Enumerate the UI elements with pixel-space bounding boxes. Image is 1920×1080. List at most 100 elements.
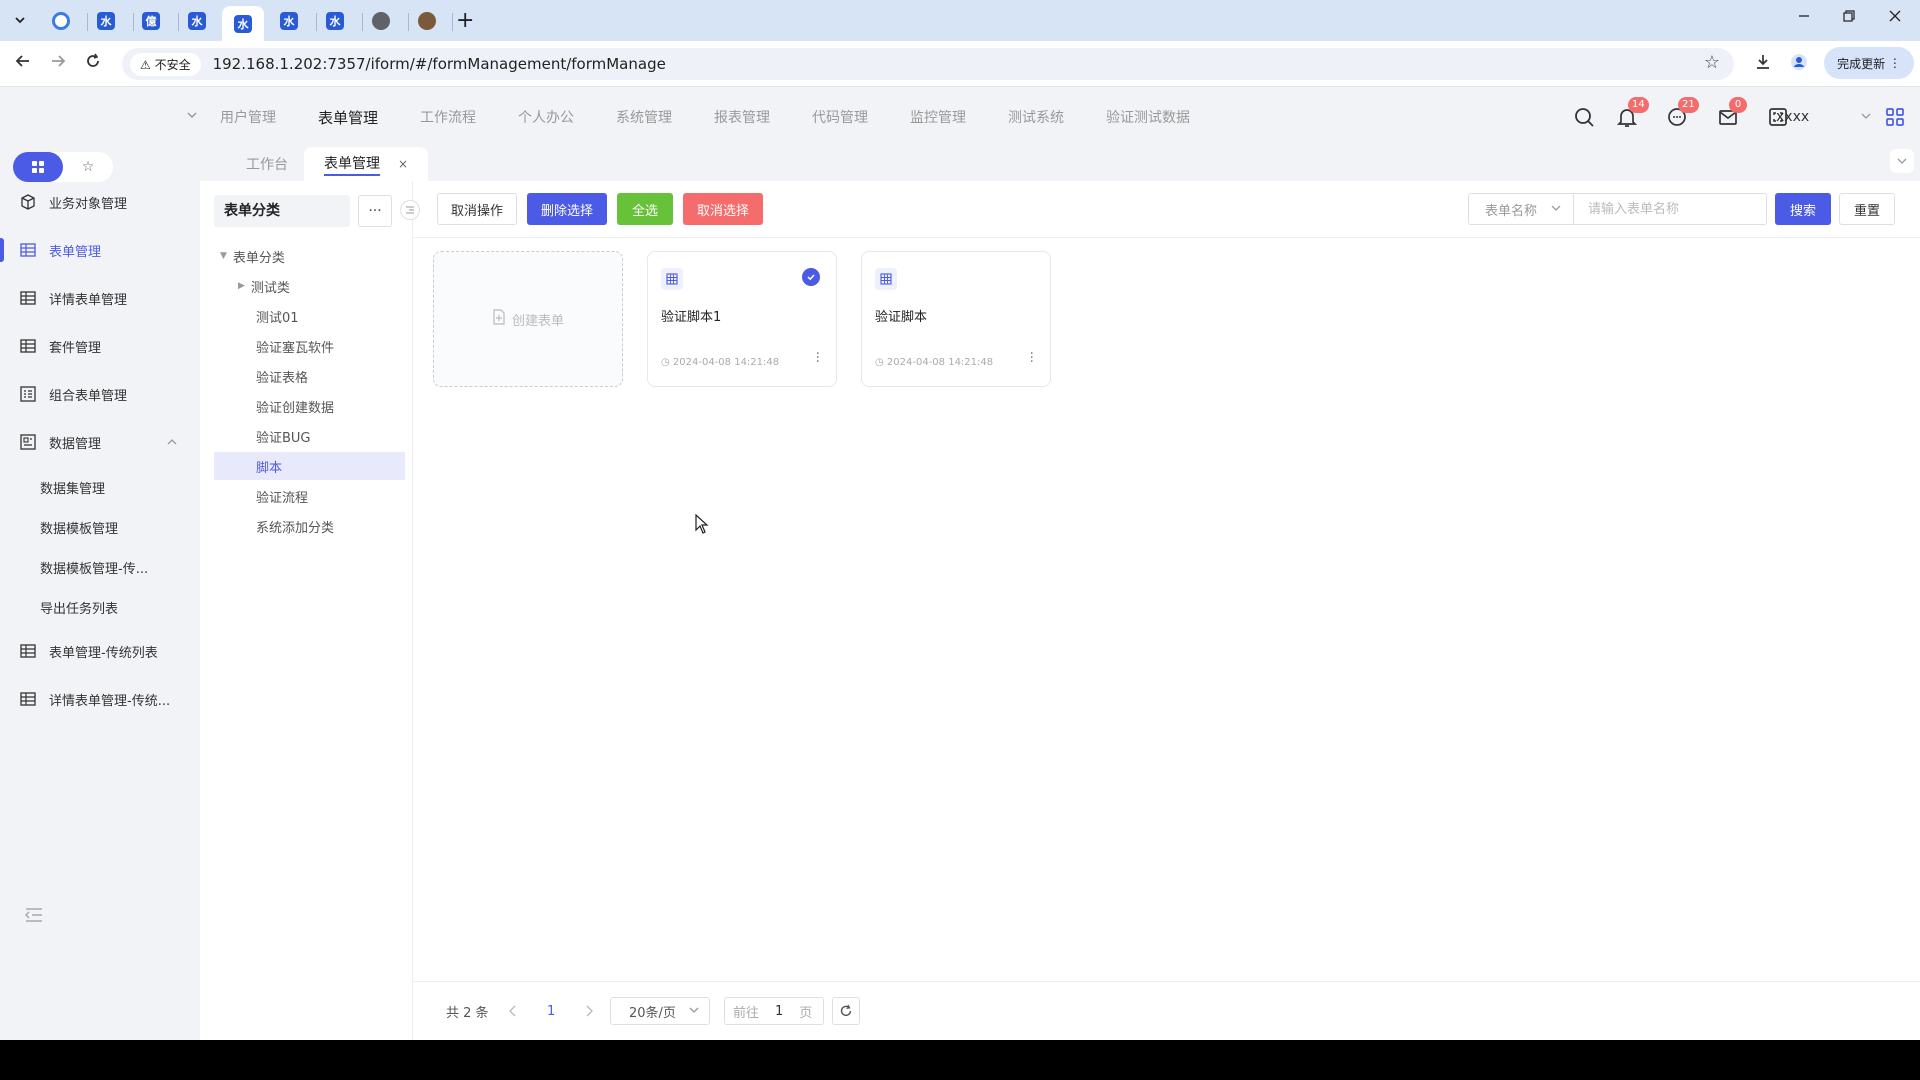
download-icon[interactable] [1754, 53, 1772, 75]
goto-page-input[interactable]: 1 [775, 1004, 783, 1019]
top-menu-item-test-system[interactable]: 测试系统 [1008, 107, 1064, 128]
back-arrow-icon[interactable] [14, 52, 32, 75]
close-window-icon[interactable] [1888, 8, 1902, 27]
page-size-select[interactable]: 20条/页 [610, 997, 710, 1025]
tree-node[interactable]: 验证创建数据 [214, 392, 405, 420]
browser-tab-5-active[interactable]: 水 [222, 6, 264, 41]
tree-collapse-icon[interactable] [400, 200, 420, 220]
tree-node[interactable]: 验证塞瓦软件 [214, 332, 405, 360]
cancel-operation-button[interactable]: 取消操作 [437, 193, 517, 225]
menu-mode-grid-icon[interactable] [13, 152, 63, 182]
tree-node-test-category[interactable]: ▶ 测试类 [214, 272, 405, 300]
top-menu-item-reports[interactable]: 报表管理 [714, 107, 770, 128]
form-name-search-input[interactable] [1573, 193, 1767, 225]
forward-arrow-icon[interactable] [49, 52, 67, 75]
tree-node[interactable]: 验证BUG [214, 422, 405, 450]
sidebar-subitem-datasets[interactable]: 数据集管理 [40, 478, 105, 497]
menu-collapse-chevron-icon[interactable] [186, 109, 198, 124]
new-tab-plus-icon[interactable]: + [456, 8, 474, 33]
sidebar-item-detail-forms[interactable]: 详情表单管理 [0, 278, 200, 318]
sidebar-item-form-management[interactable]: 表单管理 [0, 230, 200, 270]
more-vertical-icon[interactable]: · · · [816, 347, 820, 369]
search-field-select[interactable]: 表单名称 [1468, 193, 1574, 225]
top-menu-item-verify-test-data[interactable]: 验证测试数据 [1106, 107, 1190, 128]
create-form-card[interactable]: 创建表单 [433, 251, 623, 387]
sidebar-item-business-objects[interactable]: 业务对象管理 [0, 182, 200, 222]
pagination-page-current[interactable]: 1 [547, 997, 555, 1025]
omnibox[interactable]: ⚠ 不安全 192.168.1.202:7357/iform/#/formMan… [122, 48, 1734, 80]
favorites-star-icon[interactable]: ☆ [63, 152, 113, 182]
prev-page-chevron-icon[interactable] [508, 997, 518, 1025]
tree-node[interactable]: 测试01 [214, 302, 405, 330]
sidebar-collapse-icon[interactable] [24, 907, 44, 927]
form-card[interactable]: 验证脚本 ◷ 2024-04-08 14:21:48 · · · [861, 251, 1051, 387]
tree-node[interactable]: 验证表格 [214, 362, 405, 390]
tab-form-management[interactable]: 表单管理 × [304, 147, 429, 181]
user-dropdown-chevron-icon[interactable] [1861, 111, 1871, 124]
mail-icon[interactable]: 0 [1715, 97, 1747, 130]
message-chat-icon[interactable]: 21 [1664, 97, 1699, 130]
browser-tab-7[interactable]: 水 [314, 6, 356, 36]
sidebar-item-combined-forms[interactable]: 组合表单管理 [0, 374, 200, 414]
insecure-badge[interactable]: ⚠ 不安全 [130, 52, 201, 76]
tab-workbench[interactable]: 工作台 [246, 147, 288, 181]
bookmark-star-icon[interactable]: ☆ [1704, 52, 1720, 73]
category-more-button[interactable]: ··· [358, 195, 392, 227]
form-card-time: ◷ 2024-04-08 14:21:48 [661, 357, 780, 368]
top-menu-item-personal-office[interactable]: 个人办公 [518, 107, 574, 128]
browser-tab-6[interactable]: 水 [268, 6, 310, 36]
form-card[interactable]: 验证脚本1 ◷ 2024-04-08 14:21:48 · · · [647, 251, 837, 387]
top-menu-item-users[interactable]: 用户管理 [220, 107, 276, 128]
tree-node[interactable]: 系统添加分类 [214, 512, 405, 540]
search-icon[interactable] [1571, 104, 1597, 130]
select-all-button[interactable]: 全选 [617, 193, 673, 225]
top-menu-item-system[interactable]: 系统管理 [616, 107, 672, 128]
top-menu-item-workflow[interactable]: 工作流程 [420, 107, 476, 128]
restore-icon[interactable] [1842, 8, 1856, 27]
tab-search-chevron-icon[interactable] [8, 8, 32, 32]
browser-tab-9[interactable] [406, 6, 448, 36]
browser-tab-3[interactable]: 億 [130, 6, 172, 36]
delete-selected-button[interactable]: 删除选择 [527, 193, 607, 225]
next-page-chevron-icon[interactable] [584, 997, 594, 1025]
minimize-icon[interactable] [1797, 8, 1811, 27]
sidebar-subitem-export-tasks[interactable]: 导出任务列表 [40, 598, 118, 617]
page-size-label: 20条/页 [629, 1005, 676, 1021]
chevron-down-icon[interactable] [1890, 149, 1914, 173]
cancel-selection-button[interactable]: 取消选择 [683, 193, 763, 225]
browser-tab-2[interactable]: 水 [85, 6, 127, 36]
top-menu-item-code[interactable]: 代码管理 [812, 107, 868, 128]
pagination-divider [413, 981, 1920, 982]
tree-node[interactable]: 验证流程 [214, 482, 405, 510]
search-button[interactable]: 搜索 [1775, 193, 1831, 225]
url-text[interactable]: 192.168.1.202:7357/iform/#/formManagemen… [213, 55, 666, 73]
sidebar-item-suites[interactable]: 套件管理 [0, 326, 200, 366]
update-button[interactable]: 完成更新 ⋮ [1824, 47, 1914, 79]
chevron-up-icon[interactable] [166, 437, 178, 450]
top-menu-item-forms[interactable]: 表单管理 [318, 107, 378, 128]
profile-icon[interactable] [1790, 53, 1808, 75]
close-icon[interactable]: × [398, 157, 408, 171]
reload-icon[interactable] [84, 52, 102, 75]
notification-bell-icon[interactable]: 14 [1614, 97, 1649, 130]
tree-node-selected[interactable]: 脚本 [214, 452, 405, 480]
sidebar-item-detail-forms-legacy[interactable]: 详情表单管理-传统... [0, 679, 200, 719]
tree-node-root[interactable]: ▼ 表单分类 [214, 242, 405, 270]
caret-right-icon[interactable]: ▶ [238, 281, 245, 291]
browser-tab-1[interactable] [40, 6, 82, 36]
form-card-time-value: 2024-04-08 14:21:48 [886, 357, 994, 368]
refresh-icon[interactable] [832, 997, 860, 1025]
sidebar-subitem-data-templates-legacy[interactable]: 数据模板管理-传... [40, 558, 148, 577]
browser-tab-8[interactable] [360, 6, 402, 36]
browser-tab-4[interactable]: 水 [176, 6, 218, 36]
reset-button[interactable]: 重置 [1839, 193, 1895, 225]
user-name[interactable]: xxxx [1776, 109, 1809, 125]
goto-page[interactable]: 前往 1 页 [724, 997, 824, 1025]
top-menu-item-monitor[interactable]: 监控管理 [910, 107, 966, 128]
caret-down-icon[interactable]: ▼ [220, 251, 227, 261]
sidebar-item-form-management-legacy[interactable]: 表单管理-传统列表 [0, 631, 200, 671]
more-vertical-icon[interactable]: · · · [1030, 347, 1034, 369]
app-grid-icon[interactable] [1882, 104, 1908, 130]
selected-check-icon[interactable] [802, 268, 820, 286]
sidebar-subitem-data-templates[interactable]: 数据模板管理 [40, 518, 118, 537]
